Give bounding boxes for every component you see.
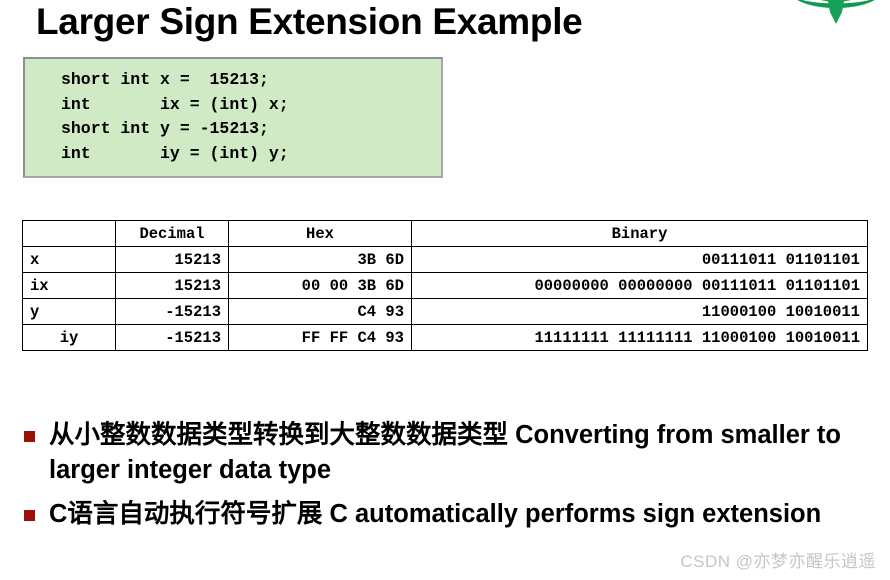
table-header-blank: [22, 220, 116, 247]
row-decimal: 15213: [115, 246, 229, 273]
row-decimal: -15213: [115, 324, 229, 351]
table-header-hex: Hex: [228, 220, 412, 247]
row-label: x: [22, 246, 116, 273]
green-leaf-logo: [797, 0, 875, 24]
list-item: 从小整数数据类型转换到大整数数据类型 Converting from small…: [24, 418, 860, 488]
page-title: Larger Sign Extension Example: [36, 1, 583, 42]
row-binary: 00000000 00000000 00111011 01101101: [411, 272, 868, 299]
row-binary: 11000100 10010011: [411, 298, 868, 325]
bullet-list: 从小整数数据类型转换到大整数数据类型 Converting from small…: [24, 418, 860, 541]
value-table: Decimal Hex Binary x 15213 3B 6D 0011101…: [22, 220, 868, 351]
bullet-text: C语言自动执行符号扩展 C automatically performs sig…: [49, 500, 822, 528]
row-binary: 00111011 01101101: [411, 246, 868, 273]
row-decimal: -15213: [115, 298, 229, 325]
table-header-binary: Binary: [411, 220, 868, 247]
row-label: y: [22, 298, 116, 325]
row-label: ix: [22, 272, 116, 299]
list-item: C语言自动执行符号扩展 C automatically performs sig…: [24, 497, 860, 532]
watermark: CSDN @亦梦亦醒乐逍遥: [680, 552, 876, 571]
table-row: y -15213 C4 93 11000100 10010011: [22, 298, 868, 325]
row-decimal: 15213: [115, 272, 229, 299]
table-row: ix 15213 00 00 3B 6D 00000000 00000000 0…: [22, 272, 868, 299]
square-bullet-icon: [24, 431, 35, 442]
square-bullet-icon: [24, 510, 35, 521]
row-hex: 00 00 3B 6D: [228, 272, 412, 299]
table-header-decimal: Decimal: [115, 220, 229, 247]
row-binary: 11111111 11111111 11000100 10010011: [411, 324, 868, 351]
row-hex: FF FF C4 93: [228, 324, 412, 351]
row-label: iy: [22, 324, 116, 351]
table-header-row: Decimal Hex Binary: [22, 220, 868, 247]
bullet-text: 从小整数数据类型转换到大整数数据类型 Converting from small…: [49, 421, 841, 484]
row-hex: C4 93: [228, 298, 412, 325]
table-row: x 15213 3B 6D 00111011 01101101: [22, 246, 868, 273]
code-block: short int x = 15213; int ix = (int) x; s…: [23, 57, 443, 178]
row-hex: 3B 6D: [228, 246, 412, 273]
code-block-text: short int x = 15213; int ix = (int) x; s…: [61, 70, 289, 163]
table-row: iy -15213 FF FF C4 93 11111111 11111111 …: [22, 324, 868, 351]
